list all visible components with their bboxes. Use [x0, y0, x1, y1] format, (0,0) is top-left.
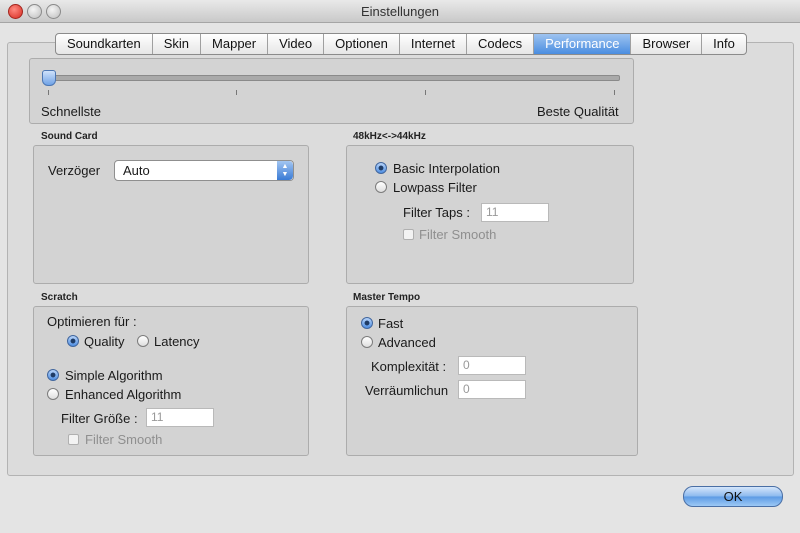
filter-taps-field[interactable]: 11	[481, 203, 549, 222]
tab-performance[interactable]: Performance	[534, 34, 632, 54]
spatial-field[interactable]: 0	[458, 380, 526, 399]
simple-algorithm-radio[interactable]	[47, 369, 59, 381]
complexity-field[interactable]: 0	[458, 356, 526, 375]
tab-optionen[interactable]: Optionen	[324, 34, 400, 54]
advanced-label: Advanced	[378, 335, 436, 350]
resample-filter-smooth-label: Filter Smooth	[419, 227, 497, 242]
tab-video[interactable]: Video	[268, 34, 325, 54]
slider-tick	[614, 90, 615, 95]
tab-soundkarten[interactable]: Soundkarten	[56, 34, 153, 54]
slider-tick	[425, 90, 426, 95]
basic-interpolation-radio[interactable]	[375, 162, 387, 174]
scratch-group-title: Scratch	[41, 292, 78, 303]
title-bar: Einstellungen	[0, 0, 800, 23]
enhanced-algorithm-radio[interactable]	[47, 388, 59, 400]
slider-max-label: Beste Qualität	[537, 104, 619, 119]
window-title: Einstellungen	[360, 4, 440, 19]
delay-label: Verzöger	[48, 163, 101, 178]
simple-algorithm-label: Simple Algorithm	[65, 368, 163, 383]
lowpass-filter-label: Lowpass Filter	[393, 180, 477, 195]
quality-label: Quality	[84, 334, 125, 349]
quality-slider-knob[interactable]	[42, 70, 56, 86]
tab-info[interactable]: Info	[702, 34, 746, 54]
tab-mapper[interactable]: Mapper	[201, 34, 269, 54]
advanced-radio[interactable]	[361, 336, 373, 348]
fast-label: Fast	[378, 316, 404, 331]
quality-radio[interactable]	[67, 335, 79, 347]
tab-internet[interactable]: Internet	[400, 34, 467, 54]
sound-card-group-title: Sound Card	[41, 131, 98, 142]
tab-bar: Soundkarten Skin Mapper Video Optionen I…	[55, 33, 747, 55]
preferences-window: Einstellungen Soundkarten Skin Mapper Vi…	[0, 0, 800, 533]
fast-radio[interactable]	[361, 317, 373, 329]
optimize-label: Optimieren für :	[47, 314, 137, 329]
filter-size-field[interactable]: 11	[146, 408, 214, 427]
latency-radio[interactable]	[137, 335, 149, 347]
basic-interpolation-label: Basic Interpolation	[393, 161, 500, 176]
enhanced-algorithm-label: Enhanced Algorithm	[65, 387, 182, 402]
resample-group-title: 48kHz<->44kHz	[353, 131, 426, 142]
delay-select[interactable]: Auto ▲ ▼	[114, 160, 294, 181]
complexity-label: Komplexität :	[371, 359, 447, 374]
filter-size-label: Filter Größe :	[61, 411, 138, 426]
slider-min-label: Schnellste	[41, 104, 101, 119]
delay-select-value: Auto	[123, 163, 150, 178]
quality-slider-track[interactable]	[44, 75, 620, 81]
scratch-filter-smooth-checkbox[interactable]	[68, 434, 79, 445]
latency-label: Latency	[154, 334, 200, 349]
slider-tick	[48, 90, 49, 95]
spatial-label: Verräumlichun	[365, 383, 449, 398]
scratch-filter-smooth-label: Filter Smooth	[85, 432, 163, 447]
filter-taps-label: Filter Taps :	[403, 205, 470, 220]
ok-button[interactable]: OK	[683, 486, 783, 507]
resample-filter-smooth-checkbox[interactable]	[403, 229, 414, 240]
slider-tick	[236, 90, 237, 95]
tab-browser[interactable]: Browser	[631, 34, 703, 54]
master-tempo-group-title: Master Tempo	[353, 292, 421, 303]
tab-skin[interactable]: Skin	[153, 34, 202, 54]
tab-codecs[interactable]: Codecs	[467, 34, 535, 54]
select-arrows-icon: ▲ ▼	[277, 161, 293, 180]
lowpass-filter-radio[interactable]	[375, 181, 387, 193]
